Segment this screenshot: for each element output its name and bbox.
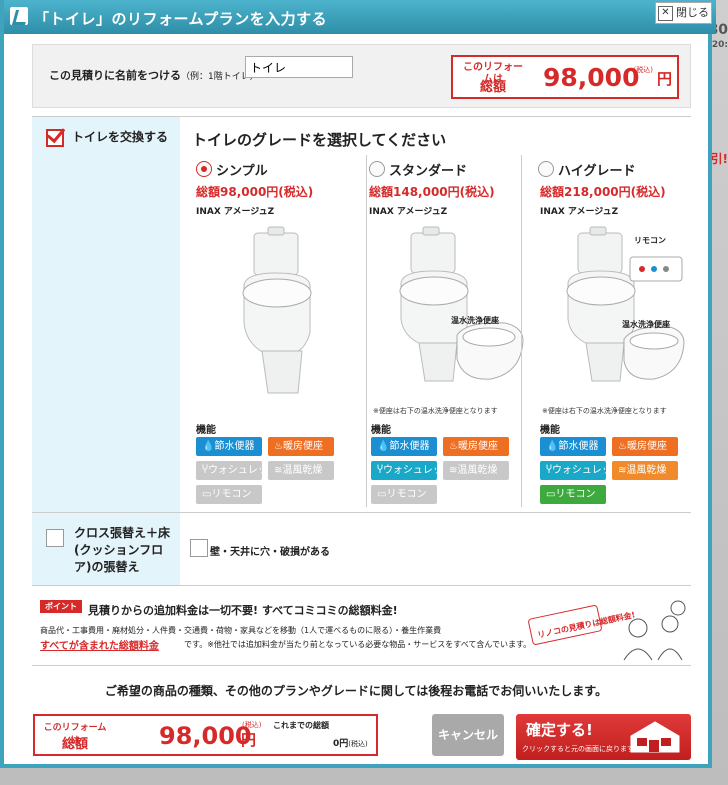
point-note: です。※他社では追加料金が当たり前となっている必要な物品・サービスをすべて含んで… <box>184 640 532 649</box>
backdrop-text: 引! <box>710 152 728 166</box>
feature-badge-air-dry: ≋温風乾燥 <box>268 461 334 480</box>
heat-icon: ♨ <box>274 441 283 452</box>
feature-badge-water-saving: 💧節水便器 <box>196 437 262 456</box>
confirm-button[interactable]: 確定する! クリックすると元の画面に戻ります <box>516 714 691 760</box>
droplet-icon: 💧 <box>202 441 215 452</box>
feature-badge-washlet: Ⴤウォシュレット <box>540 461 622 480</box>
total-label: 総額 <box>479 80 506 95</box>
yen-unit: 円 <box>656 70 672 88</box>
toilet-image <box>242 226 312 394</box>
previous-total-label: これまでの総額 <box>273 721 329 730</box>
total-label: 総額 <box>61 737 88 752</box>
droplet-icon: 💧 <box>377 441 390 452</box>
dialog-title: 「トイレ」のリフォームプランを入力する <box>34 10 328 28</box>
toilet-replace-label: トイレを交換する <box>72 130 169 144</box>
heat-icon: ♨ <box>449 441 458 452</box>
grade-price: 総額218,000円(税込) <box>540 185 666 199</box>
toilet-image <box>566 226 685 382</box>
house-icon <box>630 721 680 753</box>
total-price-value: 98,000 <box>543 63 640 92</box>
feature-badge-remote: ▭リモコン <box>371 485 437 504</box>
yen-unit: 円 <box>241 731 257 749</box>
wall-floor-section: クロス張替え＋床(クッションフロア)の張替え 壁・天井に穴・破損がある <box>32 512 691 586</box>
logo-icon <box>10 7 28 25</box>
feature-badge-remote: ▭リモコン <box>540 485 606 504</box>
feature-badge-heated-seat: ♨暖房便座 <box>443 437 509 456</box>
tax-note: (税込) <box>633 66 653 74</box>
wall-damage-label: 壁・天井に穴・破損がある <box>210 547 330 558</box>
grade-name: スタンダード <box>389 164 468 179</box>
close-icon: ✕ <box>658 5 673 21</box>
previous-total-value: 0円(税込) <box>333 739 368 749</box>
point-headline: 見積りからの追加料金は一切不要! すべてコミコミの総額料金! <box>88 604 398 617</box>
grade-price: 総額148,000円(税込) <box>369 185 495 199</box>
backdrop-text: 20: <box>711 40 728 50</box>
contact-message: ご希望の商品の種類、その他のプランやグレードに関しては後程お電話でお伺いいたしま… <box>104 684 608 698</box>
estimate-name-input[interactable] <box>245 56 353 78</box>
cancel-button[interactable]: キャンセル <box>432 714 504 756</box>
grade-radio-standard[interactable] <box>369 161 385 177</box>
confirm-label: 確定する! <box>526 721 593 739</box>
point-all-included: すべてが含まれた総額料金 <box>40 641 159 652</box>
seat-callout: 温水洗浄便座 <box>451 316 499 325</box>
divider <box>32 665 691 666</box>
feature-badge-heated-seat: ♨暖房便座 <box>612 437 678 456</box>
grade-option-simple[interactable]: シンプル 総額98,000円(税込) INAX アメージュZ 機能 💧節水便器 … <box>194 155 358 507</box>
bottom-total-box: このリフォームは 総額 98,000 (税込) 円 これまでの総額 0円(税込) <box>33 714 378 756</box>
feature-badge-water-saving: 💧節水便器 <box>371 437 437 456</box>
point-included-items: 商品代・工事費用・廃材処分・人件費・交通費・荷物・家具などを移動（1人で運べるも… <box>40 626 442 635</box>
estimate-name-section: この見積りに名前をつける（例：1階トイレ） このリフォームは 総額 98,000… <box>32 44 691 108</box>
grade-name: シンプル <box>216 164 268 179</box>
grade-brand: INAX アメージュZ <box>540 207 619 217</box>
checkmark-icon <box>46 123 66 144</box>
grade-radio-simple[interactable] <box>196 161 212 177</box>
feature-badge-air-dry: ≋温風乾燥 <box>443 461 509 480</box>
feature-badge-washlet: Ⴤウォシュレット <box>371 461 453 480</box>
grade-option-standard[interactable]: スタンダード 総額148,000円(税込) INAX アメージュZ 温水洗浄便座… <box>366 155 531 507</box>
feature-badge-water-saving: 💧節水便器 <box>540 437 606 456</box>
grade-note: ※便座は右下の温水洗浄便座となります <box>542 407 667 415</box>
estimate-name-label: この見積りに名前をつける（例：1階トイレ） <box>49 69 259 82</box>
total-price-box: このリフォームは 総額 98,000 (税込) 円 <box>451 55 679 99</box>
toilet-image <box>399 226 524 382</box>
droplet-icon: 💧 <box>546 441 559 452</box>
grade-brand: INAX アメージュZ <box>196 207 275 217</box>
feature-heading: 機能 <box>540 425 560 436</box>
heat-icon: ♨ <box>618 441 627 452</box>
grade-brand: INAX アメージュZ <box>369 207 448 217</box>
wall-floor-checkbox[interactable] <box>46 529 64 547</box>
feature-badge-washlet: Ⴤウォシュレット <box>196 461 278 480</box>
feature-badge-air-dry: ≋温風乾燥 <box>612 461 678 480</box>
wall-floor-label: クロス張替え＋床(クッションフロア)の張替え <box>74 526 171 574</box>
grade-note: ※便座は右下の温水洗浄便座となります <box>373 407 498 415</box>
wall-floor-option-cell: クロス張替え＋床(クッションフロア)の張替え <box>32 513 180 585</box>
wall-damage-checkbox[interactable] <box>190 539 208 557</box>
close-label: 閉じる <box>676 6 709 19</box>
grade-option-high[interactable]: ハイグレード 総額218,000円(税込) INAX アメージュZ リモコン 温… <box>521 155 686 507</box>
grade-radio-high[interactable] <box>538 161 554 177</box>
feature-badge-remote: ▭リモコン <box>196 485 262 504</box>
toilet-replace-checkbox[interactable] <box>46 123 66 147</box>
remote-callout: リモコン <box>634 236 666 245</box>
seat-callout: 温水洗浄便座 <box>622 320 670 329</box>
grade-name: ハイグレード <box>558 164 636 179</box>
close-button[interactable]: ✕ 閉じる <box>655 2 712 24</box>
feature-heading: 機能 <box>371 425 391 436</box>
feature-heading: 機能 <box>196 425 216 436</box>
confirm-sublabel: クリックすると元の画面に戻ります <box>522 745 634 753</box>
staff-illustration: リノコの見積りは総額料金! <box>528 600 686 661</box>
grade-heading: トイレのグレードを選択してください <box>192 131 447 149</box>
grade-price: 総額98,000円(税込) <box>196 185 314 199</box>
toilet-section: トイレを交換する トイレのグレードを選択してください シンプル 総額98,000… <box>32 116 691 513</box>
toilet-option-cell: トイレを交換する <box>32 117 180 513</box>
point-tag: ポイント <box>40 600 82 613</box>
feature-badge-heated-seat: ♨暖房便座 <box>268 437 334 456</box>
dialog-titlebar: 「トイレ」のリフォームプランを入力する ✕ 閉じる <box>4 0 716 34</box>
total-price-value: 98,000 <box>159 722 252 750</box>
